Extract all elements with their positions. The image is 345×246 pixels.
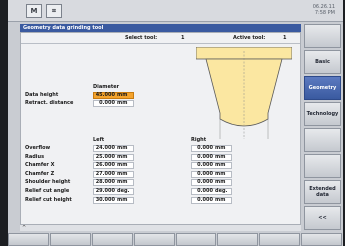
left-field-value: 26.000 <box>95 162 115 169</box>
left-field[interactable]: 29.000 deg. <box>93 188 134 195</box>
left-field[interactable]: 24.000 mm <box>93 145 134 152</box>
top-bar: M ⌗ 06.26.11 7:58 PM <box>8 0 343 22</box>
side-row-label: Chamfer Z <box>25 170 55 177</box>
diameter-header: Diameter <box>93 84 120 90</box>
window-title: Geometry data grinding tool <box>20 24 301 32</box>
geometry-panel: Select tool: 1 Active tool: 1 Diameter D… <box>20 32 301 231</box>
right-field[interactable]: 0.000 deg. <box>191 188 232 195</box>
right-field-value: 0.000 <box>197 196 213 203</box>
select-tool-value[interactable]: 1 <box>181 35 184 42</box>
left-field[interactable]: 25.000 mm <box>93 153 134 161</box>
diameter-field-value: 0.000 <box>99 100 115 106</box>
right-field-unit: mm <box>215 196 226 203</box>
program-manager-icon[interactable]: ⌗ <box>46 4 62 18</box>
h-softkey-2[interactable] <box>49 233 91 246</box>
right-field-value: 0.000 <box>197 179 213 186</box>
softkey-7[interactable]: Extended data <box>304 180 341 204</box>
right-field-value: 0.000 <box>197 145 213 151</box>
h-softkey-1[interactable] <box>8 233 49 246</box>
toolbar-divider <box>21 43 300 44</box>
side-row-label: Relief cut height <box>25 196 72 203</box>
side-row-label: Shoulder height <box>25 179 71 186</box>
left-field-value: 30.000 <box>95 196 115 203</box>
grinding-wheel-diagram <box>196 47 292 139</box>
right-field-value: 0.000 <box>197 188 213 194</box>
softkey-2[interactable]: Basic <box>304 50 341 74</box>
right-field-unit: mm <box>215 170 226 177</box>
right-field-value: 0.000 <box>197 170 213 177</box>
diameter-field-unit: mm <box>117 100 128 106</box>
left-field-unit: mm <box>117 196 128 203</box>
side-row-label: Overflow <box>25 145 51 151</box>
right-field-value: 0.000 <box>197 153 213 160</box>
left-field-value: 28.000 <box>95 179 115 186</box>
diameter-row-label: Data height <box>25 92 59 98</box>
right-field[interactable]: 0.000 mm <box>191 170 232 178</box>
right-field[interactable]: 0.000 mm <box>191 196 232 204</box>
h-softkey-5[interactable] <box>175 233 217 246</box>
diameter-field-unit: mm <box>117 92 128 98</box>
right-field[interactable]: 0.000 mm <box>191 145 232 152</box>
left-field-unit: mm <box>117 162 128 169</box>
select-tool-label: Select tool: <box>125 35 158 41</box>
softkey-8[interactable]: << <box>304 206 341 230</box>
right-header: Right <box>191 137 207 143</box>
hmi-screen: M ⌗ 06.26.11 7:58 PM Geometry data grind… <box>8 0 343 246</box>
time-text: 7:58 PM <box>314 10 335 16</box>
softkey-1[interactable] <box>304 24 341 48</box>
right-field-unit: mm <box>215 179 226 186</box>
scroll-up-icon[interactable]: ^ <box>22 225 26 232</box>
left-field-unit: mm <box>117 179 128 186</box>
h-softkey-7[interactable] <box>259 233 301 246</box>
left-field[interactable]: 28.000 mm <box>93 179 134 187</box>
right-field-unit: mm <box>215 145 226 151</box>
date-time: 06.26.11 7:58 PM <box>313 4 335 16</box>
h-softkey-6[interactable] <box>217 233 259 246</box>
softkey-6[interactable] <box>304 154 341 178</box>
softkey-bar: Basic Geometry Technology Extended data << <box>304 24 341 231</box>
right-field[interactable]: 0.000 mm <box>191 162 232 170</box>
left-field-value: 27.000 <box>95 170 115 177</box>
left-field-unit: deg. <box>117 188 130 194</box>
left-field[interactable]: 26.000 mm <box>93 162 134 170</box>
machine-mode-icon[interactable]: M <box>26 4 42 18</box>
left-field-value: 24.000 <box>95 145 115 151</box>
right-field[interactable]: 0.000 mm <box>191 153 232 161</box>
side-row-label: Radius <box>25 153 45 160</box>
softkey-4[interactable]: Technology <box>304 102 341 126</box>
active-tool-label: Active tool: <box>233 35 266 41</box>
left-field[interactable]: 27.000 mm <box>93 170 134 178</box>
active-tool-value: 1 <box>283 35 287 41</box>
horizontal-softkey-bar <box>8 233 343 246</box>
diameter-field[interactable]: 0.000 mm <box>93 100 134 107</box>
softkey-5[interactable] <box>304 128 341 152</box>
left-field-unit: mm <box>117 170 128 177</box>
h-softkey-3[interactable] <box>91 233 133 246</box>
left-field-value: 29.000 <box>95 188 115 194</box>
h-softkey-4[interactable] <box>133 233 175 246</box>
status-line: ^ <box>20 224 301 231</box>
h-softkey-8[interactable] <box>301 233 342 246</box>
diameter-field[interactable]: 45.000 mm <box>93 92 134 99</box>
softkey-3[interactable]: Geometry <box>304 76 341 100</box>
side-row-label: Relief cut angle <box>25 188 70 194</box>
right-field-unit: mm <box>215 162 226 169</box>
right-field[interactable]: 0.000 mm <box>191 179 232 187</box>
diameter-field-value: 45.000 <box>95 92 115 98</box>
right-field-value: 0.000 <box>197 162 213 169</box>
side-row-label: Chamfer X <box>25 162 55 169</box>
right-field-unit: mm <box>215 153 226 160</box>
right-field-unit: deg. <box>215 188 228 194</box>
left-field[interactable]: 30.000 mm <box>93 196 134 204</box>
diameter-row-label: Retract. distance <box>25 100 74 106</box>
left-header: Left <box>93 137 105 143</box>
left-field-unit: mm <box>117 145 128 151</box>
left-field-unit: mm <box>117 153 128 160</box>
left-field-value: 25.000 <box>95 153 115 160</box>
